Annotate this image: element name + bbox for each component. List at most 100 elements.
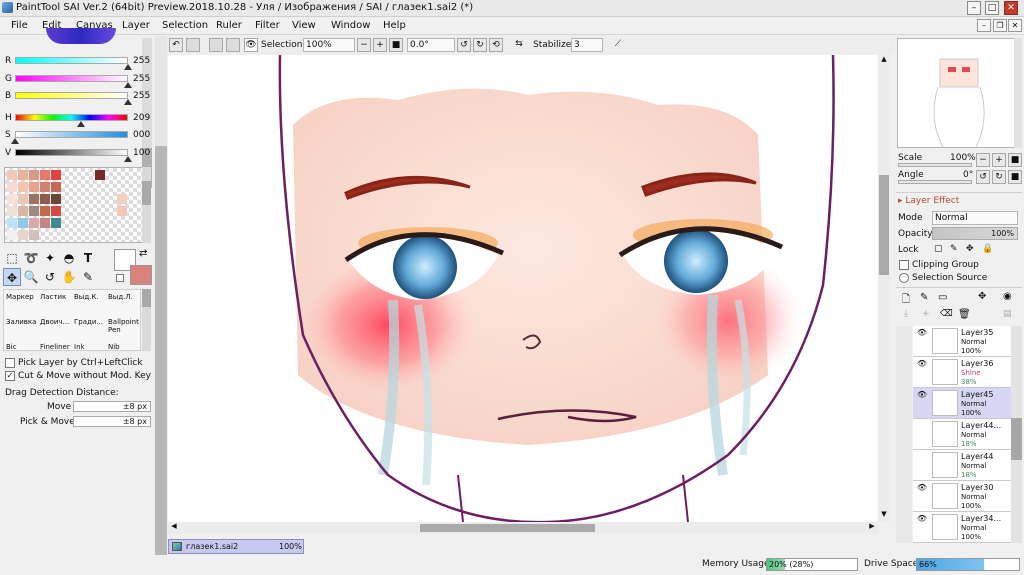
layer-row[interactable]: 👁 Layer35 Normal 100% — [913, 326, 1011, 357]
color-swatch[interactable] — [73, 218, 83, 228]
color-swatch[interactable] — [95, 194, 105, 204]
color-swatch[interactable] — [106, 206, 116, 216]
layer-row[interactable]: Layer44 Normal 18% — [913, 450, 1011, 481]
color-swatch[interactable] — [106, 194, 116, 204]
navigator-rotate-reset-icon[interactable]: ■ — [1008, 170, 1022, 184]
color-swatch[interactable] — [7, 182, 17, 192]
color-swatch[interactable] — [62, 230, 72, 240]
document-tab[interactable]: глазек1.sai2 100% — [168, 539, 304, 554]
pen-deselect[interactable]: Выд.Л. — [108, 293, 133, 301]
transparent-color-icon[interactable] — [116, 274, 124, 282]
color-swatch[interactable] — [29, 194, 39, 204]
color-swatch[interactable] — [62, 182, 72, 192]
hand-icon[interactable]: ✋ — [60, 268, 78, 286]
color-swatch[interactable] — [84, 230, 94, 240]
move-layer-icon[interactable]: ✥ — [978, 291, 986, 302]
color-swatch[interactable] — [73, 230, 83, 240]
color-swatch[interactable] — [128, 194, 138, 204]
navigator-rotate-right-icon[interactable]: ↻ — [992, 170, 1006, 184]
color-swatch[interactable] — [18, 182, 28, 192]
color-swatch[interactable] — [40, 218, 50, 228]
r-value[interactable]: 255 — [133, 56, 150, 66]
redo-icon[interactable] — [186, 38, 200, 52]
color-swatch[interactable] — [40, 194, 50, 204]
b-slider-thumb[interactable] — [124, 99, 132, 105]
layer-effect-toggle[interactable]: ▸ Layer Effect — [898, 196, 959, 206]
visibility-eye-icon[interactable] — [916, 421, 928, 431]
delete-layer-icon[interactable]: 🗑 — [958, 309, 971, 320]
lock-paint-icon[interactable]: ✎ — [950, 244, 958, 254]
color-swatch[interactable] — [117, 206, 127, 216]
visibility-eye-icon[interactable]: 👁 — [916, 328, 928, 338]
line-tool-icon[interactable]: ⟋ — [611, 38, 625, 52]
color-swatch[interactable] — [40, 170, 50, 180]
layer-row[interactable]: 👁 Layer45 Normal 100% — [913, 388, 1011, 419]
pen-fineliner[interactable]: Fineliner — [40, 343, 70, 351]
pick-layer-checkbox[interactable] — [5, 358, 15, 368]
rotate-icon[interactable]: ↺ — [41, 268, 59, 286]
color-swatch[interactable] — [117, 182, 127, 192]
transfer-down-icon[interactable]: ⤓ — [904, 309, 908, 319]
text-icon[interactable]: T — [79, 249, 97, 267]
color-swatch[interactable] — [128, 230, 138, 240]
pen-fill[interactable]: Заливка — [6, 318, 36, 326]
scale-reset-icon[interactable]: ■ — [1008, 153, 1022, 167]
color-swatch[interactable] — [117, 230, 127, 240]
layer-row[interactable]: Layer44... Normal 18% — [913, 419, 1011, 450]
menu-ruler[interactable]: Ruler — [216, 20, 242, 31]
lasso-icon[interactable]: ➰ — [22, 249, 40, 267]
color-swatch[interactable] — [51, 182, 61, 192]
mdi-restore-button[interactable]: ❐ — [993, 19, 1007, 32]
color-swatch[interactable] — [29, 230, 39, 240]
color-swatch[interactable] — [128, 170, 138, 180]
color-swatch[interactable] — [106, 170, 116, 180]
color-swatch[interactable] — [73, 206, 83, 216]
zoom-reset-icon[interactable]: ■ — [389, 38, 403, 52]
pick-move-distance-field[interactable]: ±8 px — [73, 416, 151, 427]
color-swatch[interactable] — [29, 170, 39, 180]
color-swatch[interactable] — [95, 170, 105, 180]
color-swatch[interactable] — [106, 182, 116, 192]
v-value[interactable]: 100 — [133, 148, 150, 158]
color-swatch[interactable] — [84, 170, 94, 180]
color-swatch[interactable] — [18, 206, 28, 216]
selection-source-radio[interactable] — [899, 273, 909, 283]
layer-mask-icon[interactable]: ◉ — [1003, 291, 1012, 302]
color-swatch[interactable] — [95, 206, 105, 216]
cut-move-checkbox[interactable]: ✓ — [5, 371, 15, 381]
color-swatch[interactable] — [62, 170, 72, 180]
color-swatch[interactable] — [51, 230, 61, 240]
color-swatch[interactable] — [18, 170, 28, 180]
color-swatch[interactable] — [7, 170, 17, 180]
pen-select[interactable]: Выд.К. — [74, 293, 99, 301]
color-swatch[interactable] — [18, 230, 28, 240]
menu-layer[interactable]: Layer — [122, 20, 150, 31]
pen-marker[interactable]: Маркер — [6, 293, 34, 301]
color-swatch[interactable] — [51, 170, 61, 180]
flip-horizontal-icon[interactable]: ⇆ — [512, 38, 526, 52]
color-swatch[interactable] — [51, 218, 61, 228]
color-swatch[interactable] — [40, 230, 50, 240]
color-swatch[interactable] — [106, 218, 116, 228]
s-slider[interactable] — [15, 131, 128, 138]
lock-all-icon[interactable]: 🔒 — [982, 244, 993, 254]
navigator-preview[interactable] — [897, 38, 1020, 148]
angle-select[interactable]: 0.0° — [407, 38, 455, 52]
visibility-eye-icon[interactable]: 👁 — [916, 359, 928, 369]
color-swatch[interactable] — [73, 194, 83, 204]
pen-nib[interactable]: Nib — [108, 343, 120, 351]
close-button[interactable]: ✕ — [1004, 1, 1018, 15]
color-swatch[interactable] — [29, 218, 39, 228]
color-swatch[interactable] — [18, 194, 28, 204]
visibility-eye-icon[interactable]: 👁 — [916, 514, 928, 524]
color-wheel[interactable] — [46, 28, 116, 44]
mdi-close-button[interactable]: ✕ — [1008, 19, 1022, 32]
h-slider-thumb[interactable] — [76, 121, 85, 127]
menu-file[interactable]: File — [11, 20, 28, 31]
pen-gradient[interactable]: Гради... — [74, 318, 103, 326]
deselect-icon[interactable] — [209, 38, 223, 52]
color-swatch[interactable] — [62, 194, 72, 204]
color-swatch[interactable] — [40, 182, 50, 192]
color-swatch[interactable] — [106, 230, 116, 240]
r-slider[interactable] — [15, 57, 128, 64]
